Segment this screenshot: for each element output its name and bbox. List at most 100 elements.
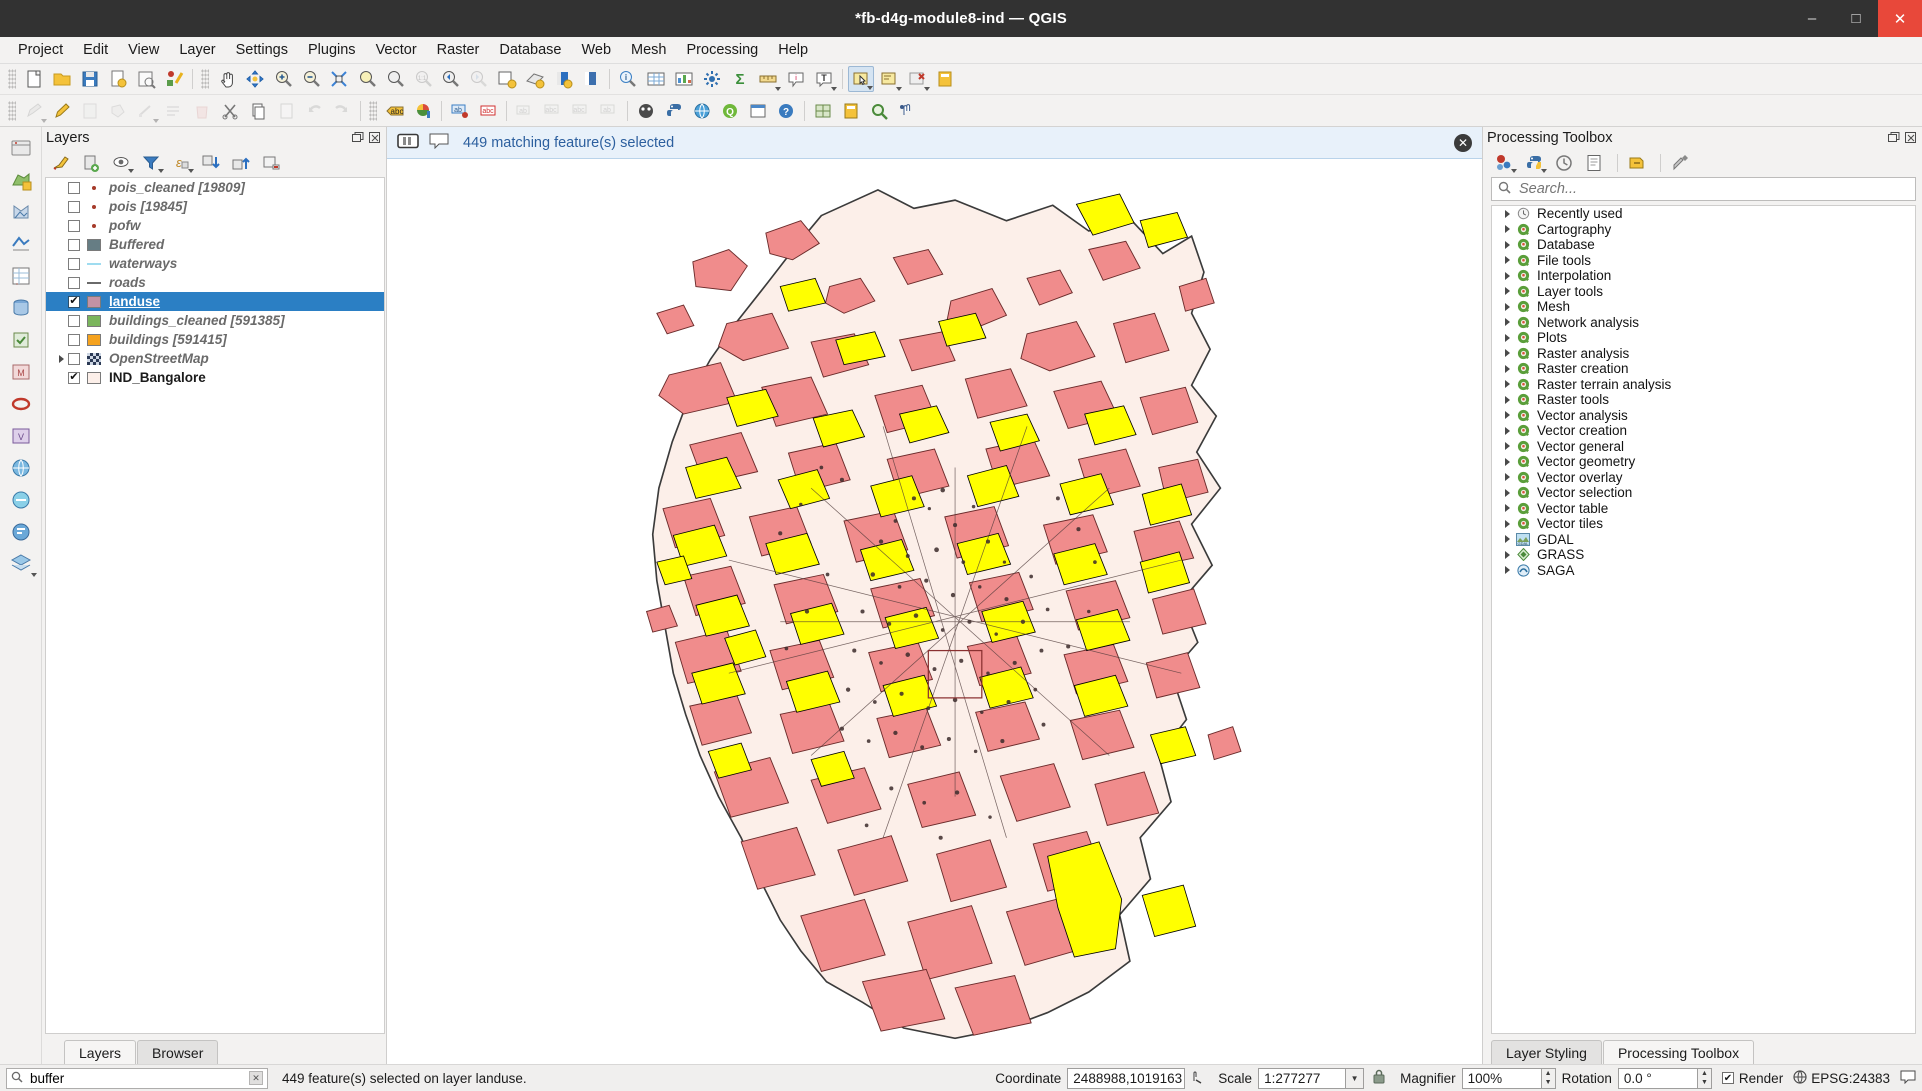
menu-web[interactable]: Web xyxy=(571,39,621,61)
redo-icon[interactable] xyxy=(329,98,355,124)
rotation-field[interactable]: 0.0 ° xyxy=(1617,1067,1698,1089)
toolbox-group-vector-tiles[interactable]: Vector tiles xyxy=(1492,516,1915,532)
zoom-full-icon[interactable] xyxy=(326,66,352,92)
expander-icon[interactable] xyxy=(1500,256,1514,265)
coordinate-field[interactable]: 2488988,1019163 xyxy=(1067,1067,1186,1089)
open-field-calculator-icon[interactable] xyxy=(932,66,958,92)
toolbox-group-layer-tools[interactable]: Layer tools xyxy=(1492,284,1915,300)
add-postgis-layer-icon[interactable] xyxy=(6,293,36,323)
menu-settings[interactable]: Settings xyxy=(226,39,298,61)
map-tips-icon[interactable]: i xyxy=(783,66,809,92)
options-icon[interactable] xyxy=(1667,151,1693,175)
layer-row-pofw[interactable]: pofw xyxy=(46,216,384,235)
layer-visibility-checkbox[interactable] xyxy=(68,276,80,289)
toolbar-grip[interactable] xyxy=(8,69,16,89)
menu-processing[interactable]: Processing xyxy=(677,39,769,61)
expander-icon[interactable] xyxy=(1500,380,1514,389)
add-mesh-layer-icon[interactable] xyxy=(6,229,36,259)
layer-row-roads[interactable]: roads xyxy=(46,273,384,292)
save-layer-edits-icon[interactable] xyxy=(77,98,103,124)
scale-field[interactable]: 1:277277 xyxy=(1258,1067,1347,1089)
zoom-next-icon[interactable] xyxy=(466,66,492,92)
layer-row-buildings-cleaned[interactable]: buildings_cleaned [591385] xyxy=(46,311,384,330)
add-spatialite-layer-icon[interactable] xyxy=(6,325,36,355)
plugin-manager-icon[interactable] xyxy=(633,98,659,124)
new-print-layout-icon[interactable] xyxy=(133,66,159,92)
expander-icon[interactable] xyxy=(1500,318,1514,327)
layer-row-pois-cleaned[interactable]: pois_cleaned [19809] xyxy=(46,178,384,197)
expander-icon[interactable] xyxy=(1500,333,1514,342)
messages-log-icon[interactable] xyxy=(1900,1070,1916,1087)
locator-search-input[interactable] xyxy=(28,1069,249,1087)
toolbox-group-interpolation[interactable]: Interpolation xyxy=(1492,268,1915,284)
pan-map-icon[interactable] xyxy=(214,66,240,92)
layer-visibility-checkbox[interactable] xyxy=(68,295,80,308)
select-features-icon[interactable] xyxy=(848,66,874,92)
python-console-icon[interactable] xyxy=(661,98,687,124)
menu-database[interactable]: Database xyxy=(489,39,571,61)
layer-row-openstreetmap[interactable]: OpenStreetMap xyxy=(46,349,384,368)
toolbox-group-raster-analysis[interactable]: Raster analysis xyxy=(1492,346,1915,362)
toolbox-group-grass[interactable]: GRASS xyxy=(1492,547,1915,563)
gps-information-icon[interactable] xyxy=(894,98,920,124)
processing-search-input[interactable] xyxy=(1517,180,1909,198)
zoom-in-icon[interactable] xyxy=(270,66,296,92)
georeferencer-icon[interactable] xyxy=(810,98,836,124)
layer-visibility-checkbox[interactable] xyxy=(68,238,80,251)
layer-row-landuse[interactable]: landuse xyxy=(46,292,384,311)
add-oracle-layer-icon[interactable] xyxy=(6,389,36,419)
show-statistics-icon[interactable]: Σ xyxy=(727,66,753,92)
map-canvas[interactable] xyxy=(387,159,1482,1064)
identify-features-icon[interactable]: i xyxy=(615,66,641,92)
menu-layer[interactable]: Layer xyxy=(169,39,225,61)
lock-scale-icon[interactable] xyxy=(1372,1069,1386,1087)
expander-icon[interactable] xyxy=(1500,287,1514,296)
layer-visibility-checkbox[interactable] xyxy=(68,257,80,270)
statistical-summary-icon[interactable] xyxy=(671,66,697,92)
processing-toolbox-close-icon[interactable] xyxy=(1904,131,1918,145)
toolbox-group-raster-creation[interactable]: Raster creation xyxy=(1492,361,1915,377)
paste-features-icon[interactable] xyxy=(273,98,299,124)
highlight-labels-icon[interactable]: abc xyxy=(475,98,501,124)
save-project-as-icon[interactable] xyxy=(105,66,131,92)
history-icon[interactable] xyxy=(1551,151,1577,175)
tab-processing-toolbox[interactable]: Processing Toolbox xyxy=(1602,1040,1755,1064)
magnifier-spinner[interactable]: ▲ ▼ xyxy=(1541,1067,1556,1089)
results-viewer-icon[interactable] xyxy=(1581,151,1607,175)
toolbox-group-plots[interactable]: Plots xyxy=(1492,330,1915,346)
models-icon[interactable] xyxy=(1491,151,1517,175)
collapse-all-icon[interactable] xyxy=(228,151,254,175)
help-icon[interactable]: ? xyxy=(773,98,799,124)
new-project-icon[interactable] xyxy=(21,66,47,92)
add-vector-tile-layer-icon[interactable] xyxy=(6,549,37,579)
toolbox-group-vector-analysis[interactable]: Vector analysis xyxy=(1492,408,1915,424)
measure-line-icon[interactable] xyxy=(755,66,781,92)
scale-dropdown-icon[interactable]: ▼ xyxy=(1346,1067,1365,1089)
style-manager-icon[interactable] xyxy=(161,66,187,92)
expander-icon[interactable] xyxy=(1500,209,1514,218)
toolbox-group-saga[interactable]: SAGA xyxy=(1492,563,1915,579)
add-virtual-layer-icon[interactable]: V xyxy=(6,421,36,451)
open-layer-styling-panel-icon[interactable] xyxy=(48,151,74,175)
filter-legend-by-expression-icon[interactable]: ε xyxy=(168,151,194,175)
open-attribute-table-icon[interactable] xyxy=(643,66,669,92)
zoom-to-layer-icon[interactable] xyxy=(382,66,408,92)
processing-search-box[interactable] xyxy=(1491,177,1916,201)
toolbox-group-recently-used[interactable]: Recently used xyxy=(1492,206,1915,222)
modify-attributes-icon[interactable] xyxy=(161,98,187,124)
expander-icon[interactable] xyxy=(1500,566,1514,575)
data-source-manager-icon[interactable] xyxy=(6,133,36,163)
menu-project[interactable]: Project xyxy=(8,39,73,61)
new-text-annotation-icon[interactable]: T xyxy=(811,66,837,92)
magnifier-field[interactable]: 100% xyxy=(1461,1067,1542,1089)
zoom-to-selection-icon[interactable] xyxy=(354,66,380,92)
qgis2web-icon[interactable] xyxy=(745,98,771,124)
remove-layer-icon[interactable] xyxy=(258,151,284,175)
add-delimited-text-layer-icon[interactable]: , xyxy=(6,261,36,291)
expander-icon[interactable] xyxy=(1500,504,1514,513)
digitizing-grip[interactable] xyxy=(8,100,16,121)
new-3d-map-view-icon[interactable] xyxy=(550,66,576,92)
edit-model-icon[interactable] xyxy=(1624,151,1650,175)
locator-search-box[interactable]: ✕ xyxy=(6,1067,268,1089)
python-scripts-icon[interactable] xyxy=(1521,151,1547,175)
